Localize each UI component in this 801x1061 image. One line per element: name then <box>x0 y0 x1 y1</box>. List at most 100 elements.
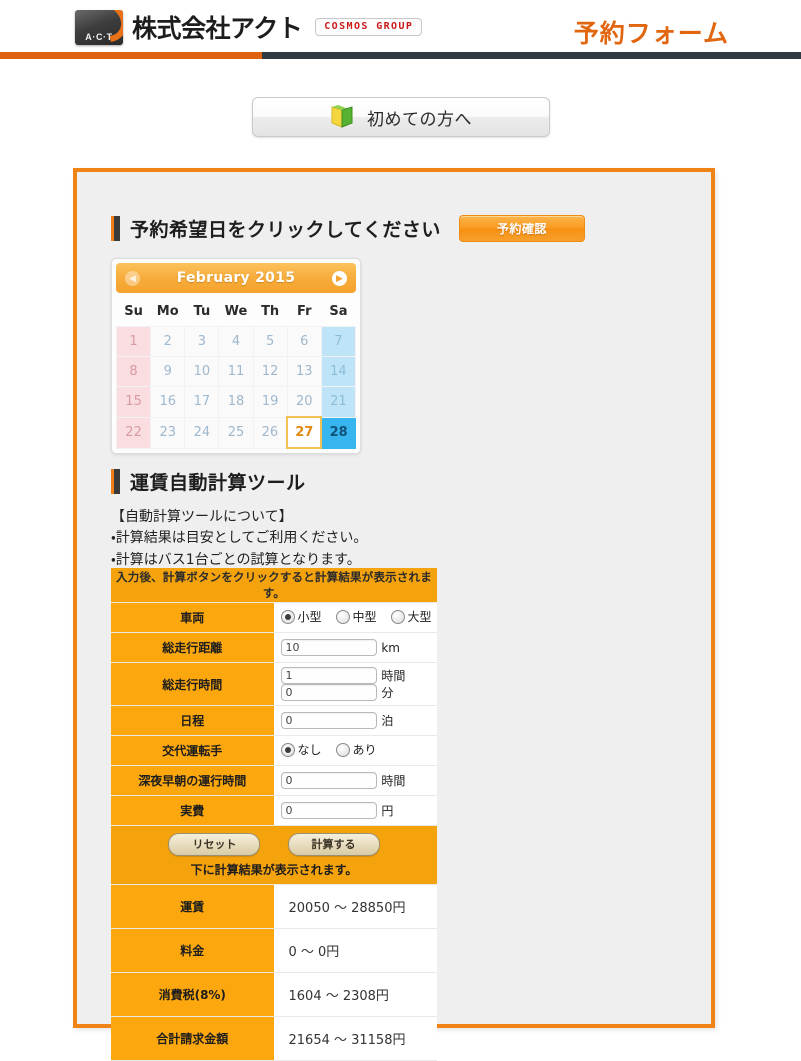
calendar-day-3[interactable]: 3 <box>184 326 220 357</box>
vehicle-radio-small[interactable]: 小型 <box>280 608 322 625</box>
calendar-weekday-mo: Mo <box>156 303 179 319</box>
vehicle-label: 車両 <box>111 602 275 633</box>
relief-driver-radio-none[interactable]: なし <box>280 741 322 758</box>
calendar-day-13[interactable]: 13 <box>286 356 322 387</box>
calculate-button[interactable]: 計算する <box>287 833 380 856</box>
calendar-day-6[interactable]: 6 <box>286 326 322 357</box>
distance-value-cell: km <box>274 632 437 663</box>
tool-heading: 運賃自動計算ツール <box>111 468 306 495</box>
night-hours-input[interactable] <box>280 772 377 789</box>
calendar-day-7[interactable]: 7 <box>320 326 357 357</box>
distance-label: 総走行距離 <box>111 632 275 663</box>
calendar-day-20[interactable]: 20 <box>286 386 322 418</box>
calendar-widget: ◀ February 2015 ▶ Su Mo Tu We Th Fr Sa 1234567… <box>111 258 361 454</box>
calendar-month-title: February 2015 <box>176 270 296 286</box>
result-row: 料金 0 〜 0円 <box>111 928 437 973</box>
actual-cost-input[interactable] <box>280 802 377 819</box>
tool-heading-text: 運賃自動計算ツール <box>130 472 306 494</box>
vehicle-radio-medium[interactable]: 中型 <box>335 608 377 625</box>
calc-button-note: 下に計算結果が表示されます。 <box>190 863 358 877</box>
calendar-day-4[interactable]: 4 <box>218 326 254 357</box>
calendar-grid: Su Mo Tu We Th Fr Sa 1 2 3 4 5 6 7 8 9 10 11 12 13 14 15 16 17… <box>115 296 357 449</box>
result-label: 合計請求金額 <box>111 1016 275 1061</box>
confirm-reservation-button[interactable]: 予約確認 <box>458 215 585 242</box>
calendar-header: ◀ February 2015 ▶ <box>116 263 356 293</box>
calendar-day-24[interactable]: 24 <box>184 416 220 449</box>
table-row-buttons: リセット 計算する 下に計算結果が表示されます。 <box>111 825 437 885</box>
result-value: 0 〜 0円 <box>274 928 437 973</box>
nights-input[interactable] <box>280 712 377 729</box>
reset-button[interactable]: リセット <box>168 833 261 856</box>
night-hours-value-cell: 時間 <box>274 765 437 796</box>
calendar-day-1[interactable]: 1 <box>115 326 152 357</box>
calendar-day-9[interactable]: 9 <box>150 356 186 387</box>
relief-driver-option-label: あり <box>352 743 377 758</box>
calendar-day-26[interactable]: 26 <box>252 416 288 449</box>
radio-dot-icon <box>280 609 295 624</box>
calendar-day-11[interactable]: 11 <box>218 356 254 387</box>
result-value: 20050 〜 28850円 <box>274 884 437 929</box>
actual-cost-unit: 円 <box>381 804 394 818</box>
calendar-day-25[interactable]: 25 <box>218 416 254 449</box>
firsttime-button-label: 初めての方へ <box>367 109 472 130</box>
calendar-day-12[interactable]: 12 <box>252 356 288 387</box>
calendar-day-2[interactable]: 2 <box>150 326 186 357</box>
table-row-nights: 日程 泊 <box>111 705 437 736</box>
radio-dot-icon <box>335 742 350 757</box>
calendar-weekday-th: Th <box>261 303 280 319</box>
night-hours-label: 深夜早朝の運行時間 <box>111 765 275 796</box>
distance-input[interactable] <box>280 639 377 656</box>
calendar-weekday-row: Su Mo Tu We Th Fr Sa <box>117 296 356 327</box>
duration-minutes-unit: 分 <box>381 686 394 700</box>
calendar-week-row: 22 23 24 25 26 27 28 <box>115 416 357 449</box>
table-row-relief-driver: 交代運転手 なし あり <box>111 735 437 766</box>
duration-minutes-input[interactable] <box>280 684 377 701</box>
calendar-day-28[interactable]: 28 <box>320 416 357 449</box>
calendar-day-19[interactable]: 19 <box>252 386 288 418</box>
calendar-next-month-icon[interactable]: ▶ <box>331 270 347 286</box>
firsttime-button[interactable]: 初めての方へ <box>251 97 550 137</box>
vehicle-option-label: 中型 <box>352 610 377 625</box>
table-row-duration: 総走行時間 時間 分 <box>111 662 437 706</box>
tool-note-line: 【自動計算ツールについて】 <box>111 509 293 525</box>
calendar-day-18[interactable]: 18 <box>218 386 254 418</box>
calendar-day-17[interactable]: 17 <box>184 386 220 418</box>
tool-note-line: ・計算結果は目安としてご利用ください。 <box>111 530 368 547</box>
heading-accent-bar <box>111 216 120 241</box>
result-label: 料金 <box>111 928 275 973</box>
table-row-distance: 総走行距離 km <box>111 632 437 663</box>
distance-unit: km <box>381 640 400 655</box>
calendar-day-5[interactable]: 5 <box>252 326 288 357</box>
site-logo[interactable]: A·C·T 株式会社アクト COSMOS GROUP <box>75 9 423 45</box>
calendar-day-21[interactable]: 21 <box>320 386 357 418</box>
tool-notes: 【自動計算ツールについて】 ・計算結果は目安としてご利用ください。 ・計算はバス… <box>111 507 367 571</box>
firsttime-button-wrap: 初めての方へ <box>0 97 801 137</box>
calendar-week-row: 15 16 17 18 19 20 21 <box>115 386 357 418</box>
site-header: A·C·T 株式会社アクト COSMOS GROUP 予約フォーム <box>0 0 801 52</box>
calendar-day-23[interactable]: 23 <box>150 416 186 449</box>
act-logo-icon: A·C·T <box>75 9 123 45</box>
relief-driver-radio-group: なし あり <box>280 741 377 758</box>
header-divider <box>0 52 801 59</box>
calendar-weekday-fr: Fr <box>297 303 312 319</box>
calendar-day-16[interactable]: 16 <box>150 386 186 418</box>
relief-driver-radio-yes[interactable]: あり <box>335 741 377 758</box>
vehicle-radio-large[interactable]: 大型 <box>390 608 432 625</box>
calc-button-bar: リセット 計算する 下に計算結果が表示されます。 <box>111 825 437 885</box>
calendar-weekday-we: We <box>224 303 248 319</box>
calendar-day-15[interactable]: 15 <box>115 386 152 418</box>
radio-dot-icon <box>335 609 350 624</box>
calendar-day-8[interactable]: 8 <box>115 356 152 387</box>
calendar-day-22[interactable]: 22 <box>115 416 152 449</box>
group-badge: COSMOS GROUP <box>315 18 423 36</box>
radio-dot-icon <box>390 609 405 624</box>
calendar-day-14[interactable]: 14 <box>320 356 357 387</box>
actual-cost-value-cell: 円 <box>274 795 437 826</box>
calendar-day-27[interactable]: 27 <box>286 416 323 449</box>
nights-value-cell: 泊 <box>274 705 437 736</box>
duration-hours-input[interactable] <box>280 667 377 684</box>
calendar-prev-month-icon[interactable]: ◀ <box>125 270 140 286</box>
vehicle-radio-group: 小型 中型 大型 <box>280 608 432 625</box>
calendar-day-10[interactable]: 10 <box>184 356 220 387</box>
open-book-icon <box>331 105 353 128</box>
